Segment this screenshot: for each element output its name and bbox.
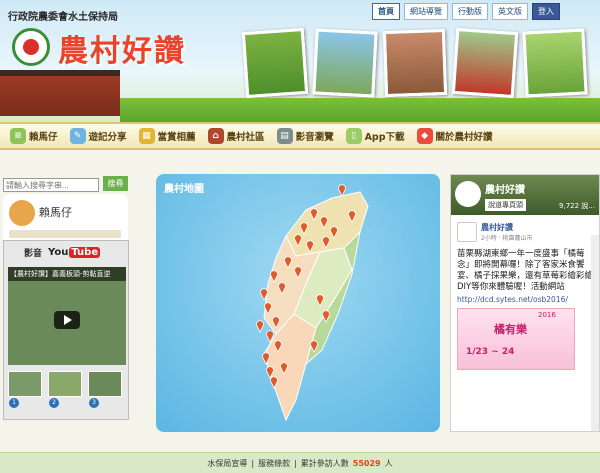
menu-item-videos[interactable]: ▤ 影音瀏覽: [273, 125, 338, 147]
footer-privacy-link[interactable]: 水保局宣導: [207, 458, 247, 469]
edit-icon: ✎: [69, 128, 86, 144]
taiwan-map-panel: 農村地圖: [156, 174, 440, 432]
video-header: 影音 You Tube: [4, 241, 128, 263]
footer: 水保局宣導 | 服務條款 | 累計參訪人數 55029 人: [0, 452, 600, 473]
phone-icon: ▯: [345, 128, 362, 144]
agency-emblem-icon[interactable]: [12, 28, 50, 66]
footer-separator: |: [294, 458, 297, 468]
play-button-icon[interactable]: [54, 311, 80, 329]
header: 行政院農委會水土保持局 農村好讚 首頁 網站導覽 行動版 英文版 登入: [0, 0, 600, 122]
left-column: 搜尋 賴馬仔 影音 YouTube 【農村好讚】嘉義板頭-剪黏直逆 1 2 3: [0, 150, 130, 450]
field-illustration: [120, 98, 600, 122]
footer-terms-link[interactable]: 服務條款: [258, 458, 290, 469]
photo-okra: [241, 27, 309, 99]
video-thumb-1[interactable]: 1: [8, 371, 42, 408]
book-icon: ≡: [10, 128, 26, 144]
brand-logo[interactable]: 農村好讚: [58, 26, 186, 70]
menu-item-travelogue[interactable]: ✎ 遊記分享: [66, 125, 131, 147]
video-title: 【農村好讚】嘉義板頭-剪黏直逆: [8, 267, 126, 281]
mobile-link[interactable]: 行動版: [452, 3, 488, 20]
facebook-cover: 農村好讚 說道專頁頭 9,722 說...: [451, 175, 599, 215]
visits-count: 55029: [352, 458, 381, 468]
facebook-post-image[interactable]: 2016 橘有樂 1/23 ~ 24: [457, 308, 575, 370]
image-year: 2016: [538, 311, 556, 319]
search-input[interactable]: [3, 178, 99, 192]
footer-separator: |: [251, 458, 255, 468]
taiwan-map[interactable]: [156, 174, 440, 432]
facebook-likes: 9,722 說...: [559, 202, 595, 210]
facebook-post-author[interactable]: 農村好讚: [481, 222, 533, 233]
visits-unit: 人: [384, 458, 393, 468]
photo-craft: [382, 28, 448, 98]
facebook-like-button[interactable]: 說道專頁頭: [485, 199, 526, 211]
image-title: 橘有樂: [494, 323, 527, 336]
video-thumb-3[interactable]: 3: [88, 371, 122, 408]
facebook-post: 農村好讚 2小時 · 桃園農山市 苗栗縣湖東鄉一年一度盛事「橘莓念」即將開幕囉！…: [451, 215, 599, 370]
facebook-post-avatar[interactable]: [457, 222, 477, 242]
photo-field: [522, 28, 588, 98]
login-button[interactable]: 登入: [532, 3, 560, 20]
home-link[interactable]: 首頁: [372, 3, 400, 20]
map-title: 農村地圖: [164, 184, 204, 195]
top-nav: 首頁 網站導覽 行動版 英文版 登入: [372, 3, 560, 20]
photo-farm: [312, 28, 378, 98]
facebook-post-header: 農村好讚 2小時 · 桃園農山市: [457, 221, 593, 243]
menu-item-gallery[interactable]: ▦ 當賞相薦: [135, 125, 200, 147]
menu-item-app[interactable]: ▯ App下載: [342, 125, 409, 147]
video-panel: 影音 You Tube 【農村好讚】嘉義板頭-剪黏直逆 1 2 3: [3, 240, 129, 420]
film-icon: ▤: [276, 128, 293, 144]
facebook-scrollbar[interactable]: [591, 235, 599, 431]
farmhouse-illustration: [0, 70, 120, 116]
facebook-widget: 農村好讚 說道專頁頭 9,722 說... 農村好讚 2小時 · 桃園農山市 苗…: [450, 174, 600, 432]
video-section-title: 影音: [24, 248, 43, 259]
image-date: 1/23 ~ 24: [466, 347, 515, 357]
facebook-post-text: 苗栗縣湖東鄉一年一度盛事「橘莓念」即將開幕囉！除了客家米食饗宴、橘子採果樂，還有…: [457, 249, 594, 292]
video-thumbnails: 1 2 3: [8, 371, 122, 408]
photo-tractor: [451, 27, 519, 99]
english-link[interactable]: 英文版: [492, 3, 528, 20]
map-pin-icon[interactable]: [338, 184, 346, 197]
house-icon: ⌂: [207, 128, 224, 144]
album-icon: ▦: [138, 128, 155, 144]
facebook-page-logo-icon: [455, 181, 481, 207]
sitemap-link[interactable]: 網站導覽: [404, 3, 448, 20]
character-avatar: [9, 200, 35, 226]
character-greeting-line: [9, 230, 121, 238]
agency-name: 行政院農委會水土保持局: [8, 12, 118, 23]
page: 行政院農委會水土保持局 農村好讚 首頁 網站導覽 行動版 英文版 登入 ≡ 賴馬仔…: [0, 0, 600, 473]
youtube-logo: You Tube: [48, 246, 101, 258]
video-thumb-2[interactable]: 2: [48, 371, 82, 408]
video-player[interactable]: 【農村好讚】嘉義板頭-剪黏直逆: [8, 267, 126, 365]
menu-item-communities[interactable]: ⌂ 農村社區: [204, 125, 269, 147]
facebook-post-link[interactable]: http://dcd.sytes.net/osb2016/: [457, 295, 593, 304]
tag-icon: ◆: [416, 128, 433, 144]
search-button[interactable]: 搜尋: [103, 176, 128, 191]
main-menu: ≡ 賴馬仔 ✎ 遊記分享 ▦ 當賞相薦 ⌂ 農村社區 ▤ 影音瀏覽 ▯ App下載 ◆ 關於農…: [0, 122, 600, 150]
photo-strip: [241, 27, 588, 99]
visits-label: 累計參訪人數: [300, 458, 349, 468]
menu-item-about[interactable]: ◆ 關於農村好讚: [413, 125, 497, 147]
menu-item-laimazai[interactable]: ≡ 賴馬仔: [6, 125, 62, 147]
character-name: 賴馬仔: [39, 206, 72, 219]
facebook-post-time: 2小時 · 桃園農山市: [481, 235, 533, 242]
facebook-page-name[interactable]: 農村好讚: [485, 181, 525, 196]
map-pin-icon[interactable]: [256, 320, 264, 333]
